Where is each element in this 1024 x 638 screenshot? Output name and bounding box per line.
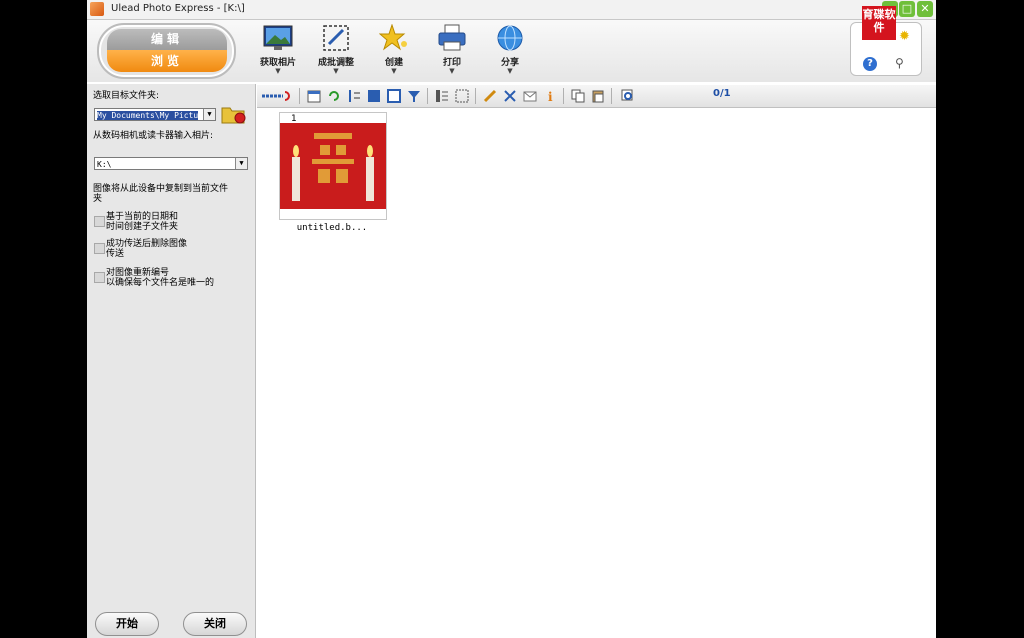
fullscreen-icon[interactable] (387, 89, 401, 103)
thumbnail-area: 1 untitled.b... (257, 108, 936, 638)
refresh-icon[interactable] (327, 89, 341, 103)
pencil-icon[interactable] (483, 89, 497, 103)
title-bar: Ulead Photo Express - [K:\] _ □ ✕ (87, 0, 936, 20)
globe-icon (495, 24, 525, 52)
chevron-down-icon: ▼ (449, 67, 455, 75)
batch-adjust-button[interactable]: 成批调整 ▼ (311, 24, 361, 80)
list-view-icon[interactable] (261, 89, 293, 103)
thumbnail-image (280, 123, 386, 209)
search-icon[interactable] (621, 89, 635, 103)
brand-logo: 育碟软件 (862, 6, 896, 40)
select-all-icon[interactable] (435, 89, 449, 103)
chevron-down-icon: ▼ (391, 67, 397, 75)
app-window: Ulead Photo Express - [K:\] _ □ ✕ 编辑 浏览 … (87, 0, 936, 638)
browse-folder-icon[interactable] (221, 103, 247, 125)
target-folder-label: 选取目标文件夹: (93, 91, 160, 101)
info-text-line1: 图像将从此设备中复制到当前文件 (93, 184, 229, 194)
printer-icon (437, 24, 467, 52)
chevron-down-icon: ▼ (507, 67, 513, 75)
create-subfolder-checkbox[interactable] (94, 216, 105, 227)
copy-icon[interactable] (571, 89, 585, 103)
close-window-button[interactable]: ✕ (917, 1, 933, 17)
magnifier-icon[interactable]: ⚲ (895, 56, 904, 70)
filter-icon[interactable] (407, 89, 421, 103)
monitor-photo-icon (263, 24, 293, 52)
info-text-line2: 夹 (93, 194, 103, 204)
main-toolbar: 编辑 浏览 获取相片 ▼ 成批调整 ▼ 创建 ▼ 打印 ▼ 分享 ▼ ✹ ? ⚲ (87, 20, 936, 82)
email-icon[interactable] (523, 89, 537, 103)
delete-after-transfer-label-2: 传送 (106, 249, 125, 259)
thumbnail-item[interactable]: 1 (279, 112, 387, 220)
calendar-icon[interactable] (307, 89, 321, 103)
source-device-value: K:\ (97, 160, 112, 169)
thumbnail-filename: untitled.b... (296, 223, 368, 233)
mode-browse-button[interactable]: 浏览 (107, 50, 227, 72)
info-icon[interactable]: i (543, 89, 557, 104)
create-subfolder-label-1: 基于当前的日期和 (106, 212, 179, 222)
chevron-down-icon: ▼ (275, 67, 281, 75)
chevron-down-icon: ▼ (333, 67, 339, 75)
browser-toolbar: i 0/1 (257, 85, 936, 108)
svg-text:i: i (548, 90, 553, 103)
paste-icon[interactable] (591, 89, 605, 103)
selection-counter: 0/1 (713, 88, 731, 99)
batch-edit-icon (321, 24, 351, 52)
renumber-label-1: 对图像重新编号 (106, 268, 170, 278)
source-device-combo[interactable]: K:\ ▼ (94, 157, 248, 170)
delete-after-transfer-checkbox[interactable] (94, 243, 105, 254)
app-icon[interactable] (90, 2, 104, 16)
mode-edit-button[interactable]: 编辑 (107, 29, 227, 50)
chevron-down-icon[interactable]: ▼ (203, 109, 215, 120)
target-folder-combo[interactable]: My Documents\My Pictu ▼ (94, 108, 216, 121)
create-button[interactable]: 创建 ▼ (369, 23, 419, 80)
renumber-checkbox[interactable] (94, 272, 105, 283)
deselect-icon[interactable] (455, 89, 469, 103)
lightbulb-icon[interactable]: ✹ (899, 29, 910, 44)
renumber-label-2: 以确保每个文件名是唯一的 (106, 278, 215, 288)
window-title: Ulead Photo Express - [K:\] (111, 3, 245, 14)
get-photos-button[interactable]: 获取相片 ▼ (253, 24, 303, 80)
print-button[interactable]: 打印 ▼ (427, 24, 477, 80)
create-subfolder-label-2: 时间创建子文件夹 (106, 222, 179, 232)
target-folder-value: My Documents\My Pictu (97, 111, 199, 120)
delete-after-transfer-label-1: 成功传送后删除图像 (106, 239, 188, 249)
chevron-down-icon[interactable]: ▼ (235, 158, 247, 169)
help-icon[interactable]: ? (863, 57, 877, 71)
share-button[interactable]: 分享 ▼ (485, 24, 535, 80)
import-panel: 选取目标文件夹: My Documents\My Pictu ▼ 从数码相机或读… (87, 84, 256, 638)
start-button[interactable]: 开始 (95, 612, 159, 636)
slideshow-icon[interactable] (367, 89, 381, 103)
delete-icon[interactable] (503, 89, 517, 103)
mode-switcher: 编辑 浏览 (97, 23, 236, 79)
maximize-button[interactable]: □ (899, 1, 915, 17)
source-label: 从数码相机或读卡器输入相片: (93, 131, 214, 141)
close-button[interactable]: 关闭 (183, 612, 247, 636)
sort-icon[interactable] (347, 89, 361, 103)
star-icon (378, 23, 409, 52)
